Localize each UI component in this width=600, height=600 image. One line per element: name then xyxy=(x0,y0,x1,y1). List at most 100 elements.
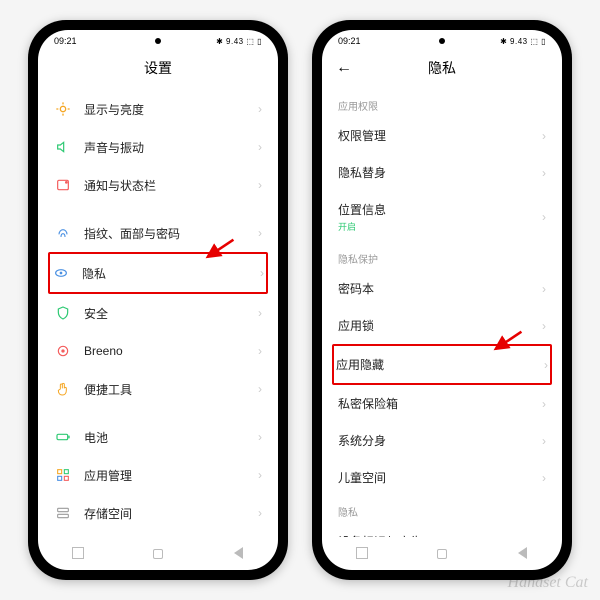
row-label: 隐私替身 xyxy=(338,164,542,181)
chevron-right-icon: › xyxy=(542,397,546,411)
nav-home-icon[interactable] xyxy=(433,548,451,562)
privacy-row[interactable]: 位置信息开启› xyxy=(334,191,550,243)
row-label: 安全 xyxy=(84,305,258,322)
nav-bar xyxy=(38,537,278,570)
chevron-right-icon: › xyxy=(258,102,262,116)
screen: 09:21 ✱ 9.43 ⬚ ▯ 设置 显示与亮度›声音与振动›通知与状态栏›指… xyxy=(38,30,278,570)
screen: 09:21 ✱ 9.43 ⬚ ▯ ← 隐私 应用权限权限管理›隐私替身›位置信息… xyxy=(322,30,562,570)
row-label: 声音与振动 xyxy=(84,139,258,156)
row-label: 密码本 xyxy=(338,280,542,297)
page-title: 隐私 xyxy=(428,58,456,78)
eye-icon xyxy=(52,264,70,282)
row-label: Breeno xyxy=(84,344,258,358)
row-label: 设备标识与广告 xyxy=(338,533,542,537)
chevron-right-icon: › xyxy=(542,434,546,448)
chevron-right-icon: › xyxy=(258,430,262,444)
row-label: 显示与亮度 xyxy=(84,101,258,118)
privacy-row[interactable]: 应用隐藏› xyxy=(332,344,552,385)
privacy-list[interactable]: 应用权限权限管理›隐私替身›位置信息开启›隐私保护密码本›应用锁›应用隐藏›私密… xyxy=(322,90,562,537)
chevron-right-icon: › xyxy=(542,166,546,180)
hand-icon xyxy=(54,380,72,398)
status-time: 09:21 xyxy=(54,36,77,46)
settings-row-sound[interactable]: 声音与振动› xyxy=(50,128,266,166)
title-bar: 设置 xyxy=(38,48,278,90)
row-label: 儿童空间 xyxy=(338,469,542,486)
settings-row-eye[interactable]: 隐私› xyxy=(48,252,268,294)
settings-row-bell[interactable]: 通知与状态栏› xyxy=(50,166,266,204)
section-header: 隐私保护 xyxy=(334,243,550,270)
sound-icon xyxy=(54,138,72,156)
nav-back-icon[interactable] xyxy=(513,547,531,562)
chevron-right-icon: › xyxy=(258,178,262,192)
privacy-row[interactable]: 应用锁› xyxy=(334,307,550,344)
settings-row-hand[interactable]: 便捷工具› xyxy=(50,370,266,408)
chevron-right-icon: › xyxy=(258,306,262,320)
shield-icon xyxy=(54,304,72,322)
chevron-right-icon: › xyxy=(542,129,546,143)
settings-row-apps[interactable]: 应用管理› xyxy=(50,456,266,494)
privacy-row[interactable]: 权限管理› xyxy=(334,117,550,154)
chevron-right-icon: › xyxy=(544,358,548,372)
nav-recent-icon[interactable] xyxy=(69,547,87,562)
chevron-right-icon: › xyxy=(542,319,546,333)
nav-home-icon[interactable] xyxy=(149,548,167,562)
status-indicators: ✱ 9.43 ⬚ ▯ xyxy=(216,37,262,46)
row-label: 便捷工具 xyxy=(84,381,258,398)
privacy-row[interactable]: 系统分身› xyxy=(334,422,550,459)
settings-row-other[interactable]: 其他设置› xyxy=(50,532,266,537)
chevron-right-icon: › xyxy=(258,140,262,154)
chevron-right-icon: › xyxy=(542,210,546,224)
sun-icon xyxy=(54,100,72,118)
nav-bar xyxy=(322,537,562,570)
chevron-right-icon: › xyxy=(260,266,264,280)
settings-row-breeno[interactable]: Breeno› xyxy=(50,332,266,370)
bell-icon xyxy=(54,176,72,194)
camera-notch xyxy=(439,38,445,44)
settings-list[interactable]: 显示与亮度›声音与振动›通知与状态栏›指纹、面部与密码›隐私›安全›Breeno… xyxy=(38,90,278,537)
page-title: 设置 xyxy=(144,58,172,78)
settings-row-shield[interactable]: 安全› xyxy=(50,294,266,332)
row-label: 应用隐藏 xyxy=(336,356,544,373)
breeno-icon xyxy=(54,342,72,360)
privacy-row[interactable]: 儿童空间› xyxy=(334,459,550,496)
chevron-right-icon: › xyxy=(258,344,262,358)
chevron-right-icon: › xyxy=(542,471,546,485)
privacy-row[interactable]: 隐私替身› xyxy=(334,154,550,191)
settings-row-finger[interactable]: 指纹、面部与密码› xyxy=(50,214,266,252)
phone-mockup-right: 09:21 ✱ 9.43 ⬚ ▯ ← 隐私 应用权限权限管理›隐私替身›位置信息… xyxy=(312,20,572,580)
chevron-right-icon: › xyxy=(258,506,262,520)
row-label: 应用管理 xyxy=(84,467,258,484)
row-label: 权限管理 xyxy=(338,127,542,144)
camera-notch xyxy=(155,38,161,44)
back-button[interactable]: ← xyxy=(336,59,352,77)
row-label: 隐私 xyxy=(82,265,260,282)
settings-row-sun[interactable]: 显示与亮度› xyxy=(50,90,266,128)
row-label: 位置信息 xyxy=(338,201,542,218)
settings-row-storage[interactable]: 存储空间› xyxy=(50,494,266,532)
section-header: 隐私 xyxy=(334,496,550,523)
privacy-row[interactable]: 设备标识与广告› xyxy=(334,523,550,537)
nav-back-icon[interactable] xyxy=(229,547,247,562)
title-bar: ← 隐私 xyxy=(322,48,562,90)
status-indicators: ✱ 9.43 ⬚ ▯ xyxy=(500,37,546,46)
privacy-row[interactable]: 密码本› xyxy=(334,270,550,307)
apps-icon xyxy=(54,466,72,484)
row-label: 存储空间 xyxy=(84,505,258,522)
watermark: Handset Cat xyxy=(508,574,588,592)
row-label: 通知与状态栏 xyxy=(84,177,258,194)
row-label: 应用锁 xyxy=(338,317,542,334)
row-label: 电池 xyxy=(84,429,258,446)
chevron-right-icon: › xyxy=(542,282,546,296)
nav-recent-icon[interactable] xyxy=(353,547,371,562)
storage-icon xyxy=(54,504,72,522)
phone-mockup-left: 09:21 ✱ 9.43 ⬚ ▯ 设置 显示与亮度›声音与振动›通知与状态栏›指… xyxy=(28,20,288,580)
privacy-row[interactable]: 私密保险箱› xyxy=(334,385,550,422)
row-sublabel: 开启 xyxy=(338,220,542,233)
row-label: 指纹、面部与密码 xyxy=(84,225,258,242)
chevron-right-icon: › xyxy=(258,468,262,482)
settings-row-battery[interactable]: 电池› xyxy=(50,418,266,456)
battery-icon xyxy=(54,428,72,446)
row-label: 私密保险箱 xyxy=(338,395,542,412)
row-label: 系统分身 xyxy=(338,432,542,449)
section-header: 应用权限 xyxy=(334,90,550,117)
